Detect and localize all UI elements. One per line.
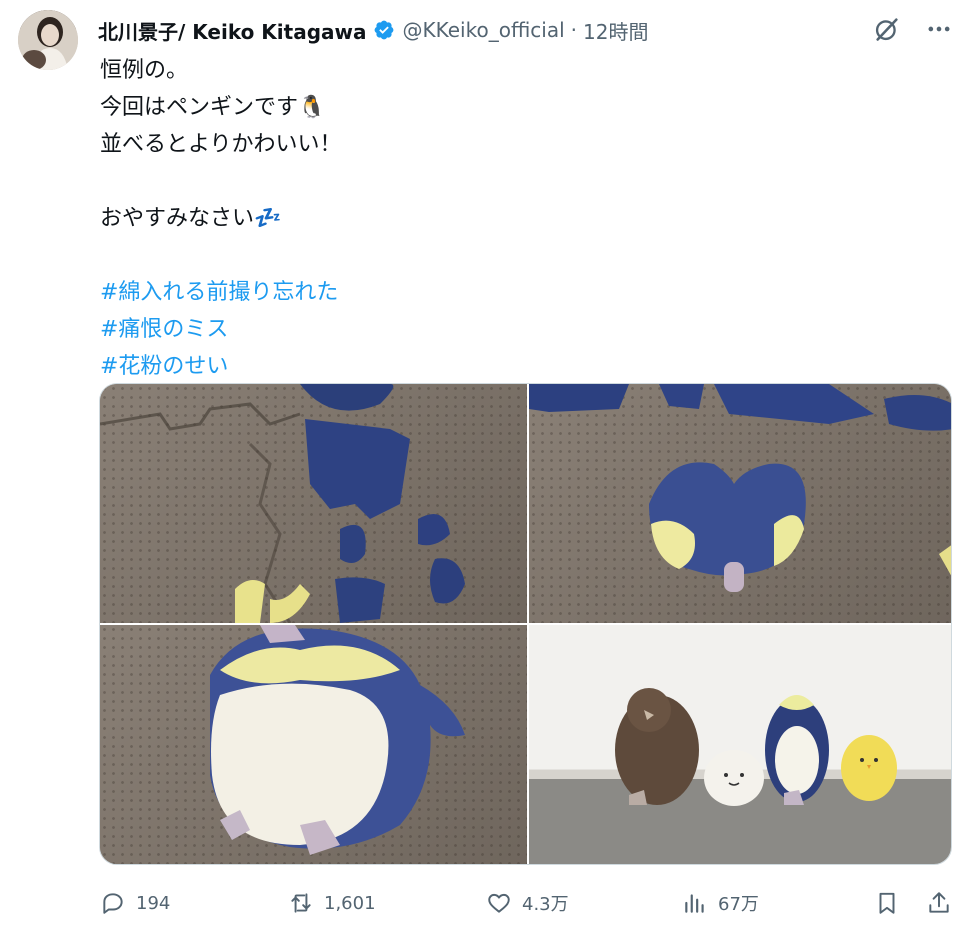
views-chart-icon (685, 894, 704, 913)
timestamp[interactable]: 12時間 (583, 16, 648, 45)
tweet-text: 恒例の。 今回はペンギンです🐧 並べるとよりかわいい！ おやすみなさい💤 #綿入… (100, 52, 900, 385)
avatar[interactable] (18, 10, 78, 70)
tweet-header: 北川景子/ Keiko Kitagawa @KKeiko_official · … (98, 13, 963, 47)
hashtag-link[interactable]: #花粉のせい (100, 348, 900, 385)
text-line: 今回はペンギンです🐧 (100, 95, 326, 120)
handle[interactable]: @KKeiko_official (403, 18, 565, 42)
text-line: 並べるとよりかわいい！ (100, 132, 342, 157)
bookmark-icon (879, 892, 895, 914)
photo-fabric-pieces[interactable] (100, 384, 527, 623)
verified-badge-icon (373, 19, 395, 41)
like-count: 4.3万 (522, 894, 569, 915)
avatar-image (18, 10, 78, 70)
share-icon (929, 892, 949, 913)
repost-icon (291, 893, 311, 913)
hashtag-link[interactable]: #痛恨のミス (100, 311, 900, 348)
reply-icon (103, 893, 123, 914)
text-spacer (100, 237, 900, 274)
display-name[interactable]: 北川景子/ Keiko Kitagawa (98, 16, 367, 45)
text-line-blank (100, 163, 900, 200)
separator-dot: · (570, 18, 577, 42)
repost-button[interactable]: 1,601 (288, 885, 376, 921)
media-grid (99, 383, 952, 865)
reply-count: 194 (136, 892, 171, 914)
header-actions (869, 11, 957, 47)
text-line: おやすみなさい💤 (100, 206, 282, 231)
grok-icon[interactable] (869, 11, 905, 47)
views-button[interactable]: 67万 (682, 885, 759, 921)
tweet-actions: 194 1,601 4.3万 67万 (100, 885, 960, 921)
heart-icon (488, 893, 510, 913)
photo-penguin-closeup[interactable] (100, 625, 527, 864)
text-line: 恒例の。 (100, 58, 189, 83)
hashtag-link[interactable]: #綿入れる前撮り忘れた (100, 274, 900, 311)
like-button[interactable]: 4.3万 (486, 885, 569, 921)
tweet: 北川景子/ Keiko Kitagawa @KKeiko_official · … (0, 0, 973, 931)
photo-plush-lineup[interactable] (529, 625, 951, 864)
photo-penguin-head[interactable] (529, 384, 951, 623)
bookmark-button[interactable] (874, 885, 900, 921)
more-options-icon[interactable] (921, 11, 957, 47)
repost-count: 1,601 (324, 892, 376, 914)
share-button[interactable] (926, 885, 952, 921)
views-count: 67万 (718, 894, 759, 915)
reply-button[interactable]: 194 (100, 885, 170, 921)
